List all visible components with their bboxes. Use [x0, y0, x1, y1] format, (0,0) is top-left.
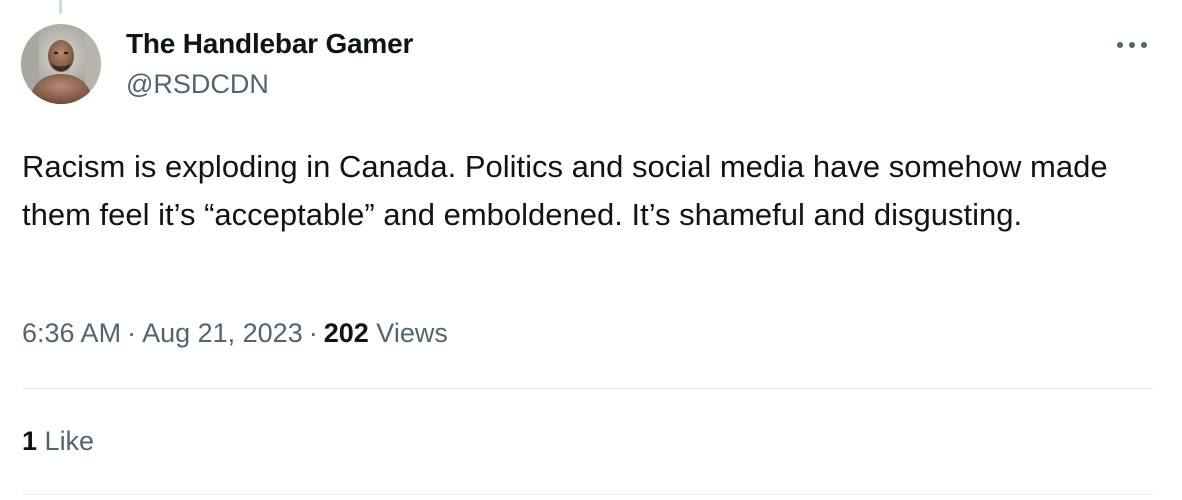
meta-separator: · [308, 318, 318, 348]
author-display-name[interactable]: The Handlebar Gamer [126, 28, 413, 60]
divider [22, 388, 1153, 389]
likes-link[interactable]: 1 Like [22, 426, 94, 457]
avatar-photo [21, 24, 101, 104]
tweet-time[interactable]: 6:36 AM [22, 318, 121, 348]
avatar[interactable] [21, 24, 101, 104]
views-label: Views [376, 318, 448, 348]
tweet-meta: 6:36 AM · Aug 21, 2023 · 202 Views [22, 318, 448, 349]
thread-connector-line [59, 0, 62, 14]
tweet-date[interactable]: Aug 21, 2023 [142, 318, 303, 348]
author-handle[interactable]: @RSDCDN [126, 69, 269, 100]
more-horizontal-icon [1117, 42, 1147, 48]
views-count: 202 [323, 318, 369, 348]
tweet-text: Racism is exploding in Canada. Politics … [22, 149, 1108, 232]
likes-count: 1 [22, 426, 38, 456]
meta-separator: · [127, 318, 137, 348]
likes-label: Like [44, 426, 95, 456]
divider [22, 494, 1153, 495]
more-options-button[interactable] [1110, 28, 1154, 62]
